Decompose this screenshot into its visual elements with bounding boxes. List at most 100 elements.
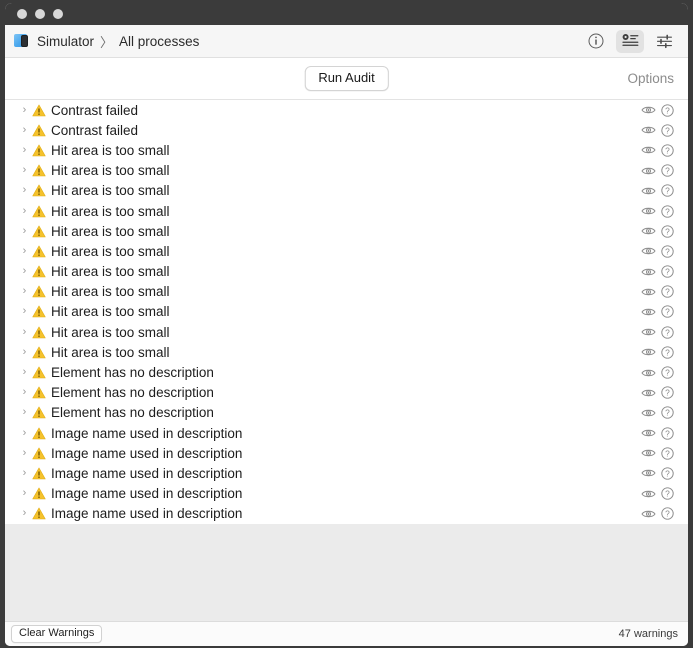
warning-row[interactable]: › Hit area is too small? (5, 342, 688, 362)
close-button[interactable] (17, 9, 27, 19)
warning-row[interactable]: › Contrast failed? (5, 100, 688, 120)
eye-icon[interactable] (641, 326, 656, 338)
eye-icon[interactable] (641, 124, 656, 136)
help-icon[interactable]: ? (661, 487, 674, 500)
eye-icon[interactable] (641, 447, 656, 459)
eye-icon[interactable] (641, 225, 656, 237)
chevron-right-icon[interactable]: › (19, 467, 30, 479)
chevron-right-icon[interactable]: › (19, 326, 30, 338)
warning-row[interactable]: › Hit area is too small? (5, 201, 688, 221)
eye-icon[interactable] (641, 104, 656, 116)
chevron-right-icon[interactable]: › (19, 447, 30, 459)
minimize-button[interactable] (35, 9, 45, 19)
eye-icon[interactable] (641, 245, 656, 257)
help-icon[interactable]: ? (661, 447, 674, 460)
chevron-right-icon[interactable]: › (19, 104, 30, 116)
warning-row[interactable]: › Hit area is too small? (5, 322, 688, 342)
chevron-right-icon[interactable]: › (19, 508, 30, 519)
warning-row[interactable]: › Image name used in description? (5, 463, 688, 483)
chevron-right-icon[interactable]: › (19, 165, 30, 176)
help-icon[interactable]: ? (661, 285, 674, 298)
help-icon[interactable]: ? (661, 366, 674, 379)
chevron-right-icon[interactable]: › (19, 245, 30, 257)
chevron-right-icon[interactable]: › (19, 387, 30, 398)
warnings-list-scroll-area[interactable]: › Contrast failed? › Contrast failed? › Hit a… (5, 100, 688, 621)
help-icon[interactable]: ? (661, 406, 674, 420)
warning-row[interactable]: › Element has no description? (5, 362, 688, 382)
help-icon[interactable]: ? (661, 305, 674, 319)
run-audit-button[interactable]: Run Audit (304, 65, 389, 92)
eye-icon[interactable] (641, 346, 656, 358)
warning-row[interactable]: › Hit area is too small? (5, 161, 688, 181)
eye-icon[interactable] (641, 286, 656, 298)
eye-icon[interactable] (641, 467, 656, 479)
svg-text:?: ? (665, 186, 670, 196)
options-button[interactable]: Options (627, 71, 674, 86)
warning-row[interactable]: › Hit area is too small? (5, 221, 688, 241)
help-icon[interactable]: ? (661, 467, 674, 480)
chevron-right-icon[interactable]: › (19, 124, 30, 136)
warning-row[interactable]: › Hit area is too small? (5, 140, 688, 160)
chevron-right-icon[interactable]: › (19, 427, 30, 439)
eye-icon[interactable] (641, 427, 656, 439)
eye-icon[interactable] (641, 488, 656, 500)
help-icon[interactable]: ? (661, 184, 674, 198)
chevron-right-icon[interactable]: › (19, 346, 30, 358)
chevron-right-icon[interactable]: › (19, 144, 30, 156)
zoom-button[interactable] (53, 9, 63, 19)
warning-row[interactable]: › Hit area is too small? (5, 181, 688, 201)
svg-text:?: ? (665, 105, 670, 115)
help-icon[interactable]: ? (661, 346, 674, 359)
info-icon-button[interactable] (582, 30, 610, 53)
eye-icon[interactable] (641, 266, 656, 278)
warning-row[interactable]: › Image name used in description? (5, 484, 688, 504)
warning-row[interactable]: › Image name used in description? (5, 504, 688, 524)
warning-row[interactable]: › Hit area is too small? (5, 282, 688, 302)
svg-text:?: ? (665, 287, 670, 297)
clear-warnings-button[interactable]: Clear Warnings (11, 624, 103, 644)
help-icon[interactable]: ? (661, 265, 674, 278)
warning-row[interactable]: › Contrast failed? (5, 120, 688, 140)
breadcrumb-app[interactable]: Simulator (37, 34, 94, 49)
eye-icon[interactable] (641, 144, 656, 156)
eye-icon[interactable] (641, 387, 656, 399)
chevron-right-icon[interactable]: › (19, 306, 30, 317)
help-icon[interactable]: ? (661, 507, 674, 521)
help-icon[interactable]: ? (661, 204, 674, 218)
chevron-right-icon[interactable]: › (19, 488, 30, 499)
help-icon[interactable]: ? (661, 386, 674, 399)
chevron-right-icon[interactable]: › (19, 367, 30, 378)
inspector-icon-button[interactable] (616, 29, 644, 53)
warning-row[interactable]: › Hit area is too small? (5, 262, 688, 282)
help-icon[interactable]: ? (661, 124, 674, 137)
help-icon[interactable]: ? (661, 325, 674, 339)
help-icon[interactable]: ? (661, 103, 674, 117)
chevron-right-icon[interactable]: › (19, 205, 30, 217)
chevron-right-icon[interactable]: › (19, 266, 30, 277)
help-icon[interactable]: ? (661, 144, 674, 157)
chevron-right-icon[interactable]: › (19, 225, 30, 237)
warning-row[interactable]: › Hit area is too small? (5, 241, 688, 261)
filters-icon-button[interactable] (650, 30, 678, 53)
chevron-right-icon[interactable]: › (19, 407, 30, 418)
breadcrumb-scope[interactable]: All processes (119, 34, 199, 49)
eye-icon[interactable] (641, 407, 656, 419)
warning-row[interactable]: › Element has no description? (5, 403, 688, 423)
help-icon[interactable]: ? (661, 164, 674, 177)
eye-icon[interactable] (641, 367, 656, 379)
toolbar-actions (582, 29, 678, 53)
warning-row[interactable]: › Image name used in description? (5, 443, 688, 463)
chevron-right-icon[interactable]: › (19, 286, 30, 297)
warning-row[interactable]: › Image name used in description? (5, 423, 688, 443)
help-icon[interactable]: ? (661, 245, 674, 258)
warning-row[interactable]: › Element has no description? (5, 383, 688, 403)
eye-icon[interactable] (641, 185, 656, 197)
help-icon[interactable]: ? (661, 426, 674, 440)
eye-icon[interactable] (641, 165, 656, 177)
warning-row[interactable]: › Hit area is too small? (5, 302, 688, 322)
help-icon[interactable]: ? (661, 225, 674, 238)
chevron-right-icon[interactable]: › (19, 185, 30, 196)
eye-icon[interactable] (641, 306, 656, 318)
eye-icon[interactable] (641, 205, 656, 217)
eye-icon[interactable] (641, 508, 656, 520)
